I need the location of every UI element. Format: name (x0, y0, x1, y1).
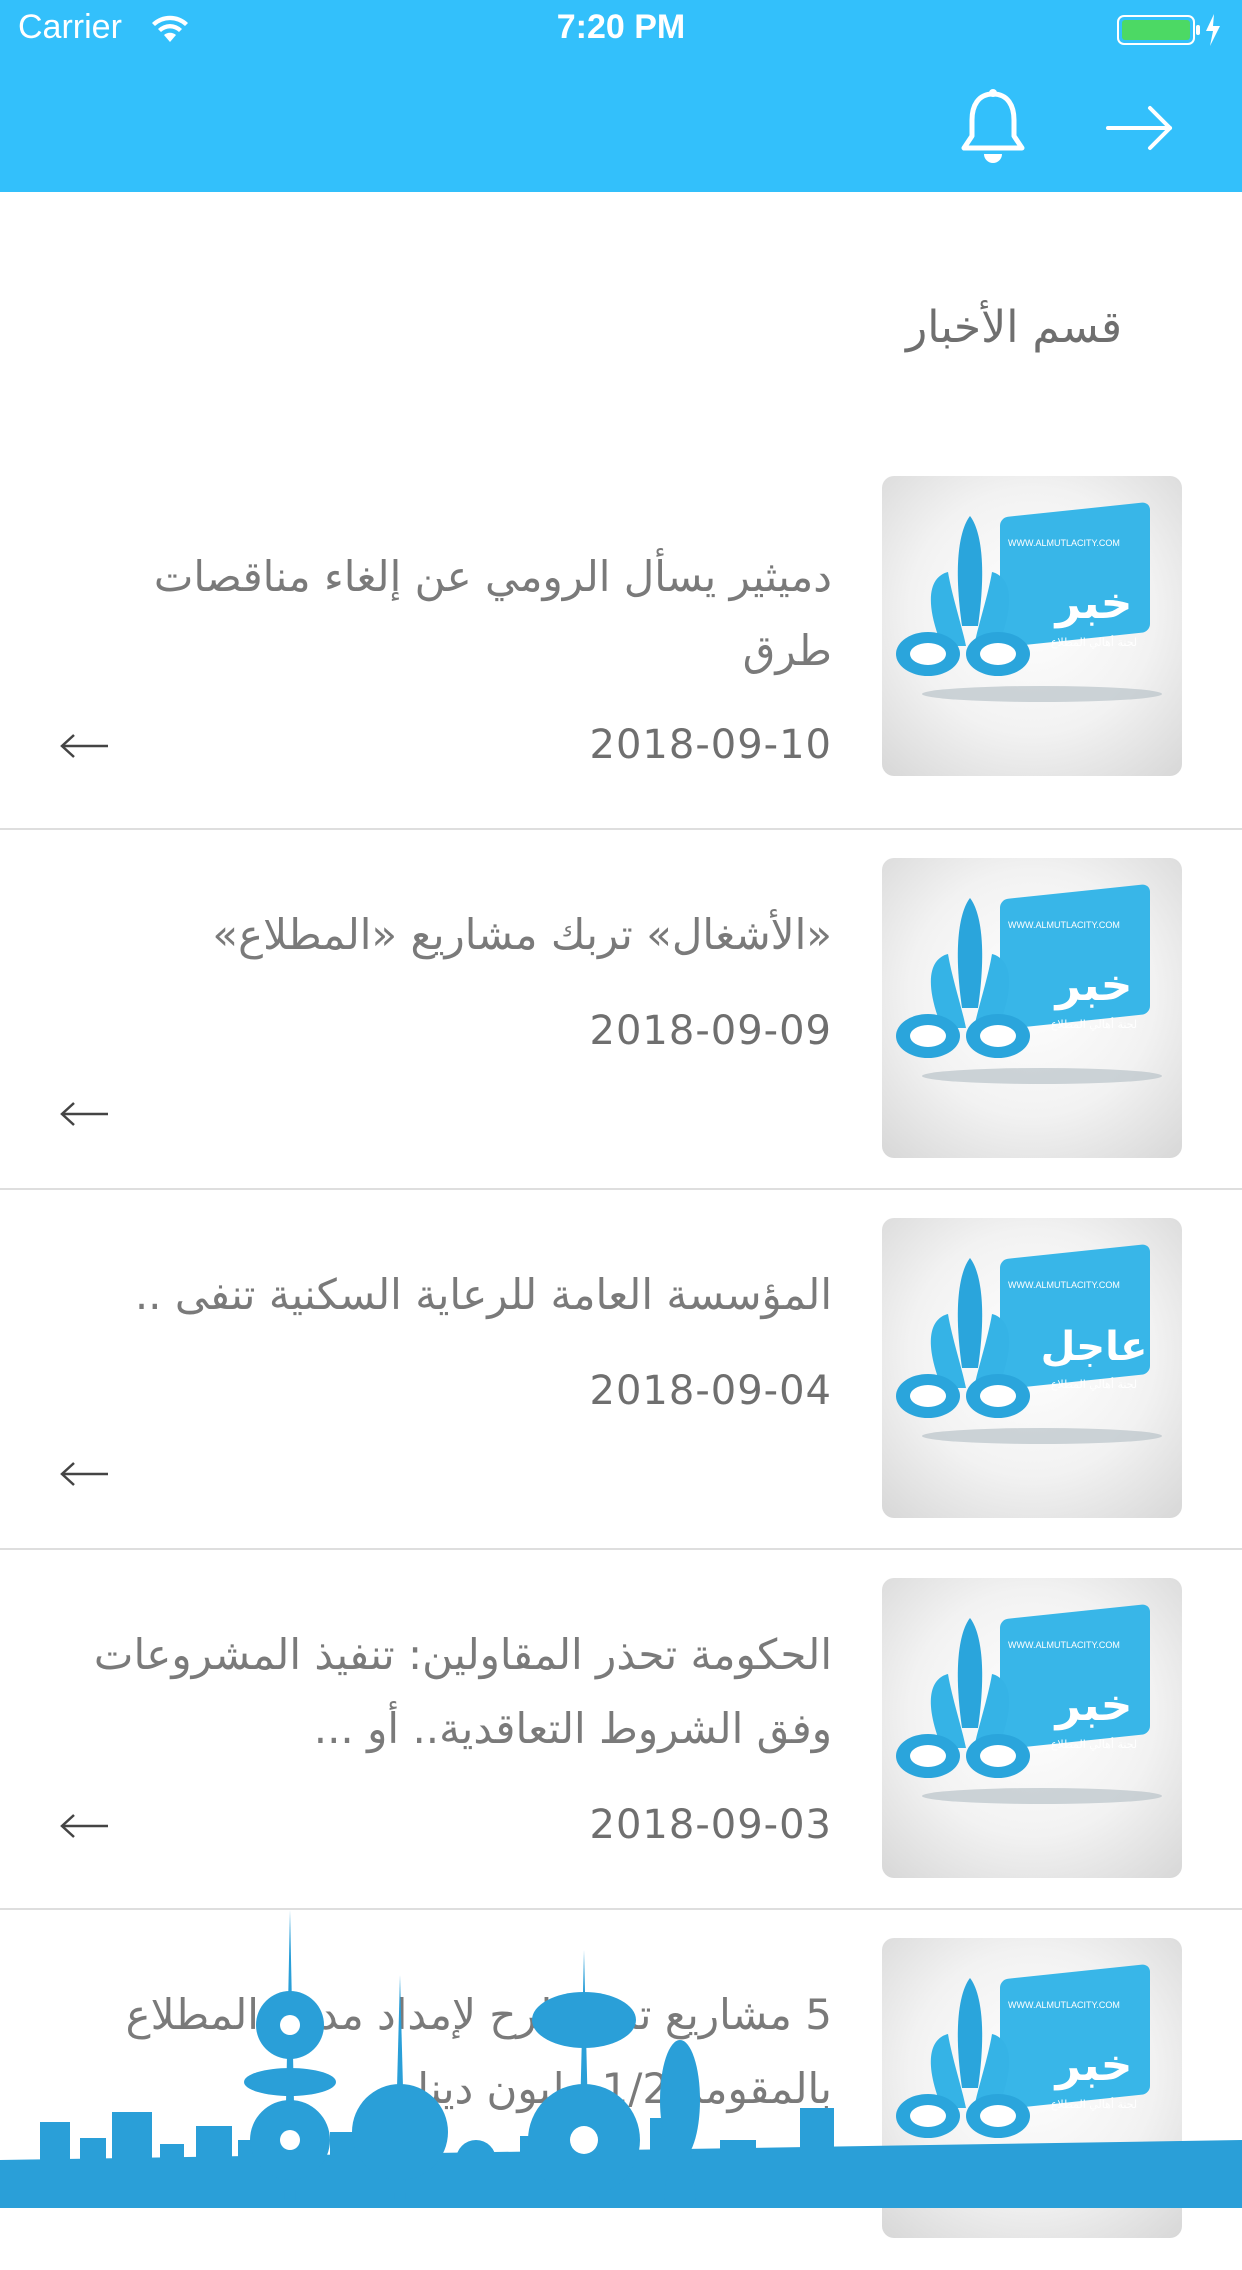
thumb-site-label: WWW.ALMUTLACITY.COM (1008, 538, 1120, 548)
thumb-sub-label: لجنة أهالي المطلاع (1051, 1017, 1137, 1031)
thumb-sub-label: لجنة أهالي المطلاع (1051, 635, 1137, 649)
arrow-left-icon[interactable] (58, 1100, 110, 1128)
news-title: المؤسسة العامة للرعاية السكنية تنفى .. (134, 1270, 832, 1319)
thumb-badge-label: خبر (1053, 960, 1132, 1011)
status-bar: Carrier 7:20 PM (0, 0, 1242, 60)
thumb-site-label: WWW.ALMUTLACITY.COM (1008, 1280, 1120, 1290)
news-item[interactable]: WWW.ALMUTLACITY.COM خبر لجنة أهالي المطل… (0, 470, 1242, 830)
news-date: 2018-09-04 (589, 1368, 832, 1414)
battery-icon (1116, 12, 1226, 52)
arrow-right-icon[interactable] (1100, 98, 1180, 158)
nav-bar (0, 60, 1242, 192)
page-title: قسم الأخبار (905, 302, 1122, 353)
news-title: دميثير يسأل الرومي عن إلغاء مناقصات طرق (153, 552, 832, 675)
news-date: 2018-09-10 (589, 722, 832, 768)
arrow-left-icon[interactable] (58, 1812, 110, 1840)
news-item[interactable]: WWW.ALMUTLACITY.COM عاجل لجنة أهالي المط… (0, 1190, 1242, 1550)
news-date: 2018-09-03 (589, 1802, 832, 1848)
arrow-left-icon[interactable] (58, 732, 110, 760)
news-thumbnail: WWW.ALMUTLACITY.COM عاجل لجنة أهالي المط… (882, 1218, 1182, 1518)
thumb-sub-label: لجنة أهالي المطلاع (1051, 1377, 1137, 1391)
news-item[interactable]: WWW.ALMUTLACITY.COM خبر لجنة أهالي المطل… (0, 1550, 1242, 1910)
news-thumbnail: WWW.ALMUTLACITY.COM خبر لجنة أهالي المطل… (882, 858, 1182, 1158)
thumb-badge-label: خبر (1053, 578, 1132, 629)
news-title: «الأشغال» تربك مشاريع «المطلاع» (212, 910, 832, 959)
news-item[interactable]: WWW.ALMUTLACITY.COM خبر لجنة أهالي المطل… (0, 830, 1242, 1190)
news-date: 2018-09-09 (589, 1008, 832, 1054)
news-thumbnail: WWW.ALMUTLACITY.COM خبر لجنة أهالي المطل… (882, 476, 1182, 776)
thumb-site-label: WWW.ALMUTLACITY.COM (1008, 920, 1120, 930)
thumb-site-label: WWW.ALMUTLACITY.COM (1008, 1640, 1120, 1650)
bell-icon[interactable] (958, 88, 1028, 166)
thumb-sub-label: لجنة أهالي المطلاع (1051, 1737, 1137, 1751)
skyline-decoration (0, 1900, 1242, 2208)
news-title: الحكومة تحذر المقاولين: تنفيذ المشروعات … (93, 1630, 832, 1753)
thumb-badge-label: عاجل (1041, 1324, 1148, 1370)
news-thumbnail: WWW.ALMUTLACITY.COM خبر لجنة أهالي المطل… (882, 1578, 1182, 1878)
arrow-left-icon[interactable] (58, 1460, 110, 1488)
thumb-badge-label: خبر (1053, 1680, 1132, 1731)
clock: 7:20 PM (556, 8, 686, 46)
